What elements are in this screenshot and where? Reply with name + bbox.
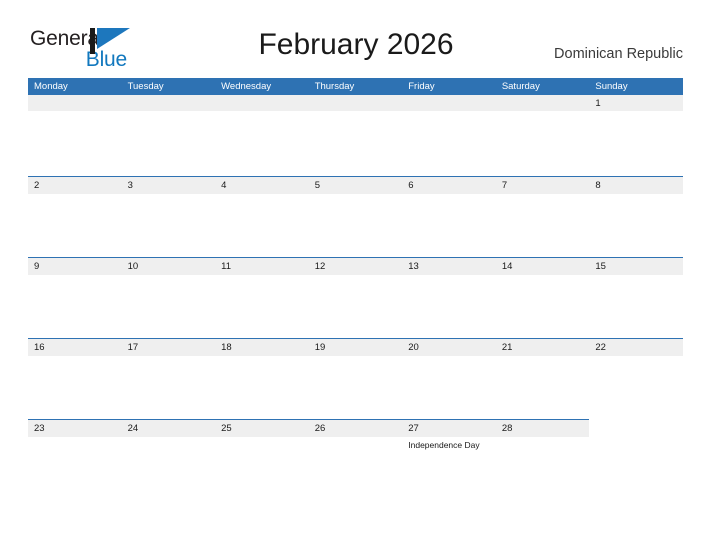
calendar-day-cell[interactable]: 3 bbox=[122, 176, 216, 257]
day-number: 15 bbox=[595, 261, 606, 272]
calendar-day-cell[interactable] bbox=[496, 95, 590, 176]
day-number: 6 bbox=[408, 180, 414, 191]
day-number: 23 bbox=[34, 423, 45, 434]
calendar-day-cell[interactable]: 14 bbox=[496, 257, 590, 338]
calendar-day-cell[interactable]: 17 bbox=[122, 338, 216, 419]
calendar-day-cell[interactable] bbox=[215, 95, 309, 176]
day-number: 1 bbox=[595, 98, 601, 109]
day-number: 3 bbox=[127, 180, 133, 191]
day-number: 28 bbox=[501, 423, 513, 434]
day-number: 11 bbox=[221, 261, 231, 272]
calendar-day-cell[interactable]: 15 bbox=[589, 257, 683, 338]
day-number: 19 bbox=[314, 342, 326, 353]
calendar-day-cell[interactable]: 22 bbox=[589, 338, 683, 419]
calendar-day-cell[interactable]: 23 bbox=[28, 419, 122, 500]
calendar-day-cell[interactable]: 24 bbox=[122, 419, 216, 500]
day-of-week-header-sunday: Sunday bbox=[595, 81, 628, 92]
calendar-day-cell[interactable]: 16 bbox=[28, 338, 122, 419]
calendar-day-cell[interactable]: 10 bbox=[122, 257, 216, 338]
day-of-week-header-saturday: Saturday bbox=[501, 81, 540, 92]
calendar-day-cell[interactable]: 19 bbox=[309, 338, 403, 419]
calendar-page: General Blue February 2026 Dominican Rep… bbox=[0, 0, 712, 550]
day-number: 26 bbox=[314, 423, 326, 434]
day-number: 8 bbox=[595, 180, 601, 191]
day-number: 21 bbox=[501, 342, 513, 353]
day-of-week-header-wednesday: Wednesday bbox=[221, 81, 272, 92]
week-cells: 1 bbox=[28, 95, 683, 176]
day-of-week-header-tuesday: Tuesday bbox=[127, 81, 164, 92]
calendar-day-cell[interactable]: 11 bbox=[215, 257, 309, 338]
day-number: 5 bbox=[314, 180, 320, 191]
day-of-week-header-row: Monday Tuesday Wednesday Thursday Friday Satu… bbox=[28, 78, 683, 95]
calendar-day-cell[interactable]: 20 bbox=[402, 338, 496, 419]
calendar-day-cell[interactable]: 6 bbox=[402, 176, 496, 257]
calendar-week-row: 1 bbox=[28, 95, 683, 176]
day-number: 10 bbox=[127, 261, 139, 272]
calendar-day-cell[interactable] bbox=[28, 95, 122, 176]
week-cells: 2 3 4 5 6 7 8 bbox=[28, 176, 683, 257]
calendar-day-cell[interactable]: 9 bbox=[28, 257, 122, 338]
calendar-day-cell[interactable]: 21 bbox=[496, 338, 590, 419]
calendar-day-cell[interactable] bbox=[122, 95, 216, 176]
calendar-day-cell[interactable]: 5 bbox=[309, 176, 403, 257]
day-number: 25 bbox=[221, 423, 232, 434]
calendar-week-row: 23 24 25 26 27 Independence Day 28 bbox=[28, 419, 683, 500]
calendar-day-cell[interactable]: 4 bbox=[215, 176, 309, 257]
calendar-day-cell[interactable]: 25 bbox=[215, 419, 309, 500]
calendar-day-cell[interactable]: 26 bbox=[309, 419, 403, 500]
week-cells: 9 10 11 12 13 14 15 bbox=[28, 257, 683, 338]
day-number: 24 bbox=[127, 423, 139, 434]
day-number: 22 bbox=[595, 342, 606, 353]
calendar-day-cell[interactable]: 8 bbox=[589, 176, 683, 257]
calendar-day-cell[interactable] bbox=[309, 95, 403, 176]
calendar-day-cell[interactable]: 7 bbox=[496, 176, 590, 257]
day-number: 12 bbox=[314, 261, 326, 272]
week-cells: 23 24 25 26 27 Independence Day 28 bbox=[28, 419, 683, 500]
calendar-weeks: 1 2 3 4 5 6 7 8 9 10 11 12 13 14 15 16 17 18 19 20 21 22 23 24 2… bbox=[28, 95, 683, 500]
day-number: 17 bbox=[127, 342, 139, 353]
day-number: 4 bbox=[221, 180, 227, 191]
calendar-week-row: 16 17 18 19 20 21 22 bbox=[28, 338, 683, 419]
calendar-day-cell[interactable]: 18 bbox=[215, 338, 309, 419]
day-of-week-header-monday: Monday bbox=[34, 81, 68, 92]
holiday-label: Independence Day bbox=[408, 440, 480, 450]
day-of-week-header-thursday: Thursday bbox=[314, 81, 355, 92]
week-cells: 16 17 18 19 20 21 22 bbox=[28, 338, 683, 419]
day-number: 27 bbox=[408, 423, 419, 434]
calendar-day-cell[interactable]: 13 bbox=[402, 257, 496, 338]
day-number: 9 bbox=[34, 261, 40, 272]
day-number: 7 bbox=[501, 180, 508, 191]
calendar-day-cell[interactable]: 1 bbox=[589, 95, 683, 176]
day-number: 16 bbox=[34, 342, 45, 353]
calendar-day-cell[interactable] bbox=[402, 95, 496, 176]
calendar-day-cell[interactable]: 12 bbox=[309, 257, 403, 338]
day-number: 2 bbox=[34, 180, 40, 191]
day-number: 13 bbox=[408, 261, 419, 272]
calendar-day-cell[interactable]: 2 bbox=[28, 176, 122, 257]
page-header: General Blue February 2026 Dominican Rep… bbox=[0, 0, 712, 78]
country-label: Dominican Republic bbox=[554, 46, 683, 62]
day-number: 20 bbox=[408, 342, 419, 353]
day-number: 18 bbox=[221, 342, 232, 353]
calendar-week-row: 9 10 11 12 13 14 15 bbox=[28, 257, 683, 338]
calendar-day-cell[interactable] bbox=[589, 419, 683, 500]
day-of-week-header-friday: Friday bbox=[408, 81, 435, 92]
calendar-day-cell[interactable]: 28 bbox=[496, 419, 590, 500]
day-number: 14 bbox=[501, 261, 513, 272]
calendar-week-row: 2 3 4 5 6 7 8 bbox=[28, 176, 683, 257]
calendar-grid: Monday Tuesday Wednesday Thursday Friday Satu… bbox=[28, 78, 683, 500]
calendar-day-cell[interactable]: 27 Independence Day bbox=[402, 419, 496, 500]
